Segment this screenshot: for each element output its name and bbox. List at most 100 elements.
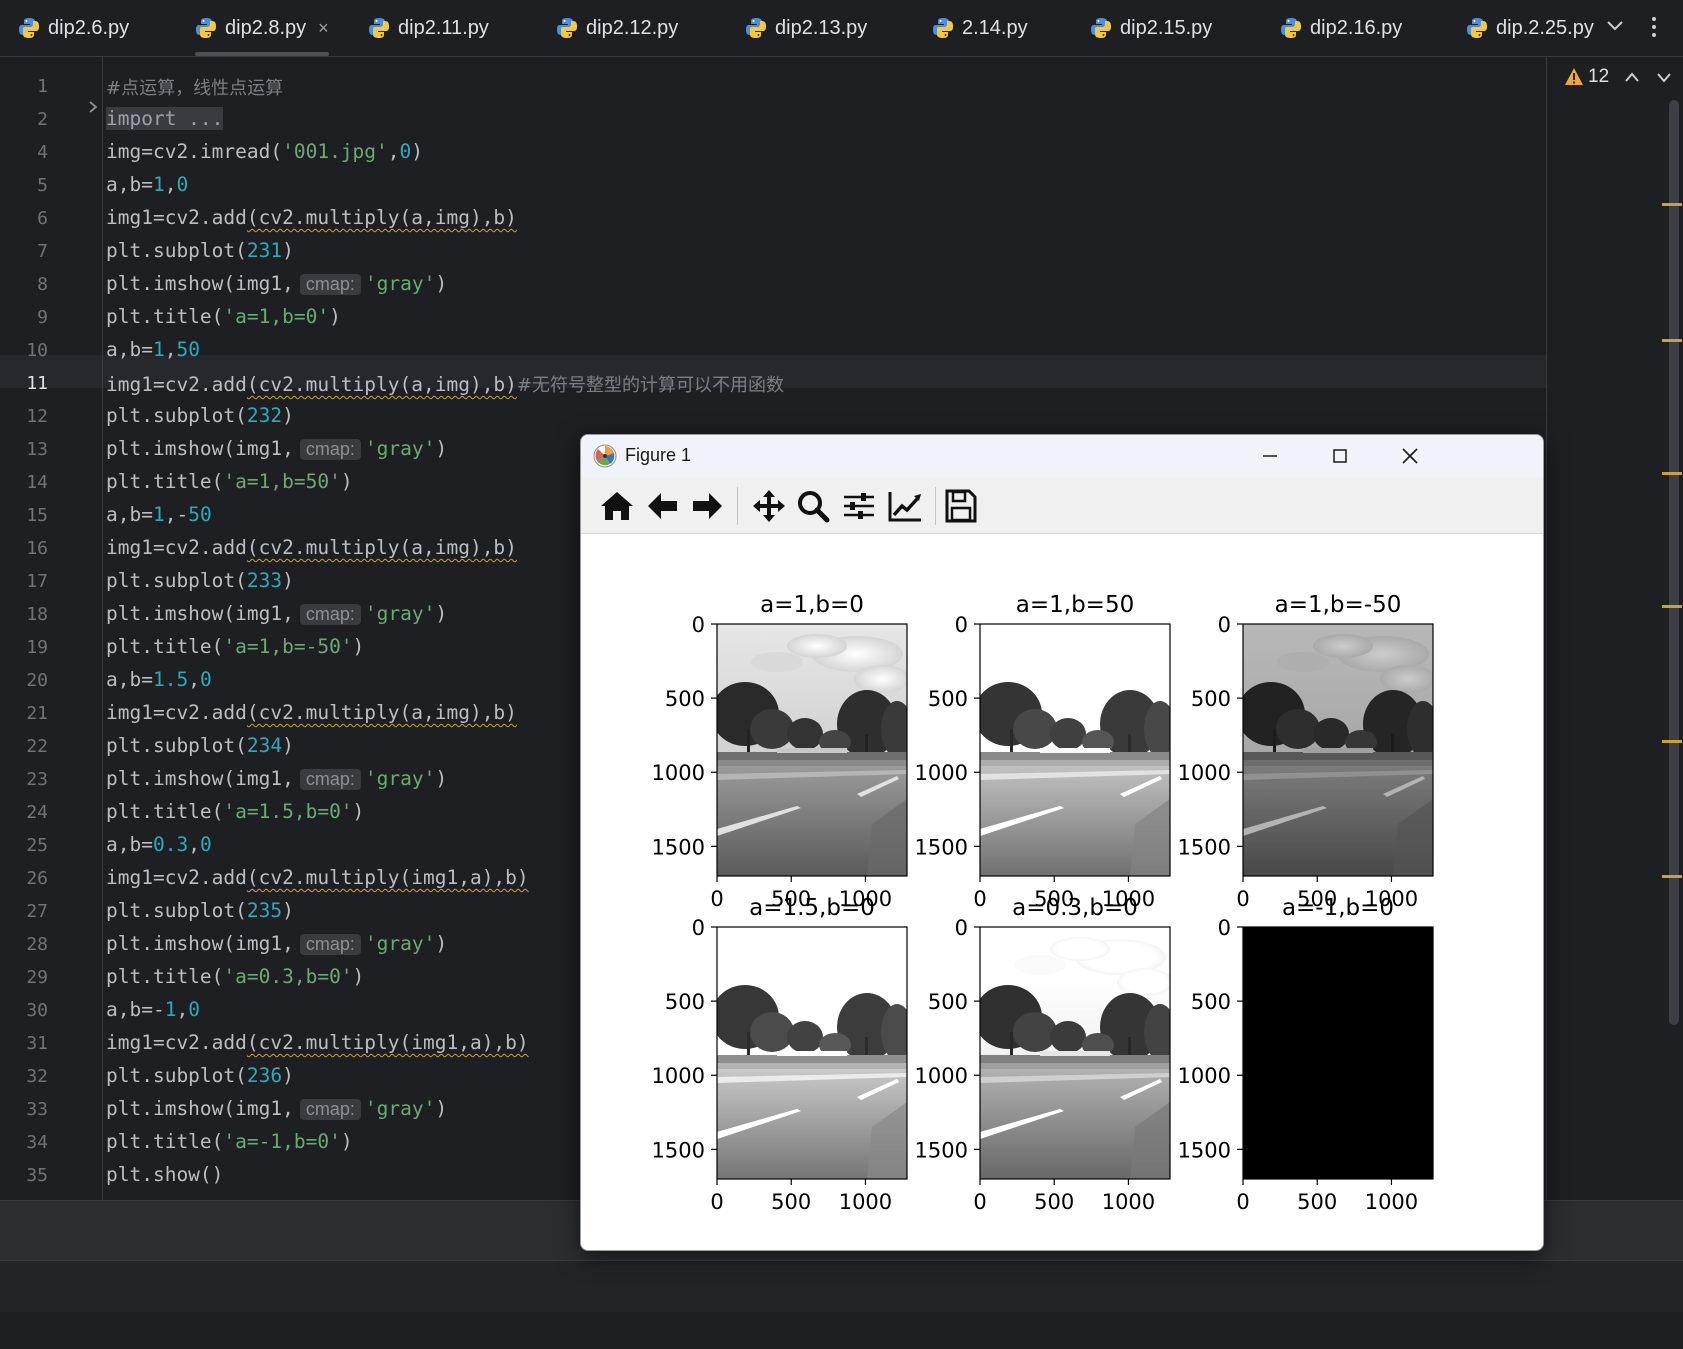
code-line[interactable]: a,b=1,0 [106, 173, 188, 196]
y-tick-label: 500 [928, 687, 968, 711]
parameter-hint: cmap: [299, 274, 361, 295]
maximize-icon[interactable] [1327, 443, 1353, 469]
minimize-icon[interactable] [1257, 443, 1283, 469]
save-icon[interactable] [943, 489, 979, 523]
edit-axis-icon[interactable] [887, 489, 923, 523]
code-token: plt.title( [106, 965, 224, 988]
code-line[interactable]: a,b=0.3,0 [106, 833, 212, 856]
code-line[interactable]: plt.imshow(img1, cmap:'gray') [106, 602, 447, 625]
figure-canvas[interactable]: a=1,b=0 0 500 1000 1500 0 500 1000 a=1,b=50 0 500 1… [581, 533, 1543, 1250]
tab-dip2-16-py[interactable]: dip2.16.py [1280, 0, 1402, 56]
line-number: 28 [26, 934, 48, 955]
parameter-hint: cmap: [299, 1099, 361, 1120]
subplot-5[interactable]: a=0.3,b=0 0 500 1000 1500 0 500 1000 [915, 895, 1176, 1214]
code-line[interactable]: plt.title('a=1.5,b=0') [106, 800, 364, 823]
code-token: 235 [246, 899, 283, 922]
forward-icon[interactable] [689, 489, 725, 523]
code-line[interactable]: import ... [106, 107, 224, 130]
tab-dip2-6-py[interactable]: dip2.6.py [18, 0, 129, 56]
code-line[interactable]: a,b=1.5,0 [106, 668, 212, 691]
tab-dip2-13-py[interactable]: dip2.13.py [745, 0, 867, 56]
line-number: 22 [26, 736, 48, 757]
code-line[interactable]: img1=cv2.add(cv2.multiply(a,img),b)#无符号整… [106, 371, 784, 397]
subplot-title: a=0.3,b=0 [1012, 895, 1138, 921]
chevron-down-icon[interactable] [1604, 14, 1626, 38]
tab-2-14-py[interactable]: 2.14.py [932, 0, 1028, 56]
x-tick-label: 0 [710, 1190, 723, 1214]
code-line[interactable]: plt.subplot(233) [106, 569, 294, 592]
more-vertical-icon[interactable] [1646, 14, 1662, 40]
code-line[interactable]: img1=cv2.add(cv2.multiply(a,img),b) [106, 536, 517, 559]
line-number: 8 [37, 274, 48, 295]
configure-subplots-icon[interactable] [841, 489, 877, 523]
code-line[interactable]: img1=cv2.add(cv2.multiply(img1,a),b) [106, 866, 529, 889]
code-line[interactable]: img1=cv2.add(cv2.multiply(a,img),b) [106, 701, 517, 724]
chevron-down-icon[interactable] [1656, 70, 1672, 84]
code-line[interactable]: plt.title('a=-1,b=0') [106, 1130, 353, 1153]
code-line[interactable]: plt.subplot(236) [106, 1064, 294, 1087]
warning-marker[interactable] [1662, 339, 1682, 342]
warning-marker[interactable] [1662, 740, 1682, 743]
zoom-icon[interactable] [795, 489, 831, 523]
back-icon[interactable] [645, 489, 681, 523]
tab-label: dip2.13.py [775, 16, 868, 39]
fold-expand-icon[interactable] [86, 99, 100, 115]
code-line[interactable]: plt.title('a=0.3,b=0') [106, 965, 364, 988]
code-token: plt.imshow(img1, [106, 767, 294, 790]
code-line[interactable]: plt.title('a=1,b=50') [106, 470, 353, 493]
subplot-2[interactable]: a=1,b=500500100015000 500 1000 [915, 592, 1176, 911]
tab-dip-2-25-py[interactable]: dip.2.25.py [1466, 0, 1594, 56]
pan-icon[interactable] [751, 489, 787, 523]
code-line[interactable]: a,b=-1,0 [106, 998, 200, 1021]
subplot-4[interactable]: a=1.5,b=0 0 500 1000 1500 0 500 1000 [652, 895, 913, 1214]
subplot-3[interactable]: a=1,b=-500500100015000 500 1000 [1178, 592, 1439, 911]
tab-dip2-12-py[interactable]: dip2.12.py [556, 0, 678, 56]
chevron-up-icon[interactable] [1624, 70, 1640, 84]
code-token: plt.imshow(img1, [106, 272, 294, 295]
code-line[interactable]: img=cv2.imread('001.jpg',0) [106, 140, 423, 163]
code-line[interactable]: plt.subplot(231) [106, 239, 294, 262]
line-number: 9 [37, 307, 48, 328]
close-tab-icon[interactable]: × [318, 18, 329, 39]
code-line[interactable]: img1=cv2.add(cv2.multiply(a,img),b) [106, 206, 517, 229]
figure-window[interactable]: Figure 1 a=1,b=0 0 500 1000 1500 0 500 1… [580, 434, 1544, 1251]
code-token: (cv2.multiply(a,img),b) [246, 701, 517, 724]
code-line[interactable]: plt.imshow(img1, cmap:'gray') [106, 272, 447, 295]
inspections-widget[interactable]: 12 [1564, 66, 1609, 88]
warning-marker[interactable] [1662, 875, 1682, 878]
close-icon[interactable] [1397, 443, 1423, 469]
code-line[interactable]: plt.imshow(img1, cmap:'gray') [106, 1097, 447, 1120]
python-file-icon [196, 18, 216, 38]
tab-dip2-8-py[interactable]: dip2.8.py × [195, 0, 329, 56]
code-line[interactable]: plt.title('a=1,b=-50') [106, 635, 364, 658]
tab-label: dip2.8.py [225, 16, 307, 39]
code-line[interactable]: plt.show() [106, 1163, 223, 1186]
code-line[interactable]: plt.imshow(img1, cmap:'gray') [106, 437, 447, 460]
figure-toolbar [581, 477, 1543, 534]
warning-marker[interactable] [1662, 472, 1682, 475]
code-line[interactable]: #点运算，线性点运算 [106, 74, 283, 100]
tab-dip2-15-py[interactable]: dip2.15.py [1090, 0, 1212, 56]
figure-titlebar[interactable]: Figure 1 [581, 435, 1543, 477]
subplot-6[interactable]: a=-1,b=0 0 500 1000 1500 0 500 1000 [1178, 895, 1434, 1214]
code-line[interactable]: plt.subplot(234) [106, 734, 294, 757]
vertical-scrollbar[interactable] [1669, 100, 1679, 1025]
tab-dip2-11-py[interactable]: dip2.11.py [368, 0, 489, 56]
y-tick-label: 0 [692, 916, 705, 940]
code-line[interactable]: plt.imshow(img1, cmap:'gray') [106, 932, 447, 955]
line-number: 5 [37, 175, 48, 196]
code-line[interactable]: plt.title('a=1,b=0') [106, 305, 341, 328]
code-line[interactable]: a,b=1,50 [106, 338, 200, 361]
parameter-hint: cmap: [299, 934, 361, 955]
subplot-1[interactable]: a=1,b=00500100015000 500 1000 [652, 592, 913, 911]
code-token: plt.imshow(img1, [106, 932, 294, 955]
code-line[interactable]: a,b=1,-50 [106, 503, 212, 526]
python-file-icon [1281, 18, 1301, 38]
code-line[interactable]: img1=cv2.add(cv2.multiply(img1,a),b) [106, 1031, 529, 1054]
warning-marker[interactable] [1662, 203, 1682, 206]
code-line[interactable]: plt.subplot(232) [106, 404, 294, 427]
warning-marker[interactable] [1662, 605, 1682, 608]
home-icon[interactable] [599, 489, 635, 523]
code-line[interactable]: plt.imshow(img1, cmap:'gray') [106, 767, 447, 790]
code-line[interactable]: plt.subplot(235) [106, 899, 294, 922]
